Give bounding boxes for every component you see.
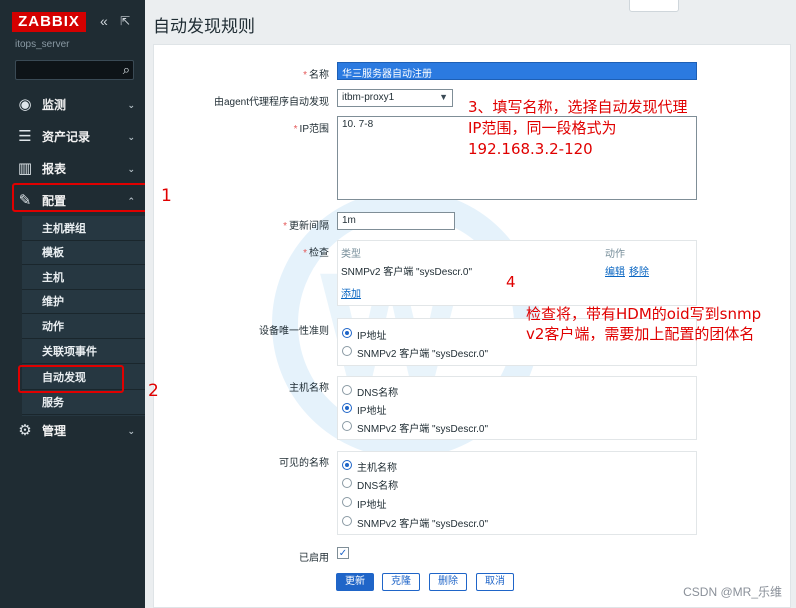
checks-col-action: 动作 [605,249,625,260]
app-root: ZABBIX « ⇱ itops_server ⌕ ◉ 监测 ⌄ ☰ 资产记录 … [0,0,796,608]
submenu-event-correlation[interactable]: 关联项事件 [22,340,145,364]
chart-icon: ▥ [17,160,33,177]
check-remove-link[interactable]: 移除 [629,263,649,278]
submenu-host-groups[interactable]: 主机群组 [22,217,145,241]
interval-input[interactable]: 1m [337,212,455,230]
sidebar: ZABBIX « ⇱ itops_server ⌕ ◉ 监测 ⌄ ☰ 资产记录 … [0,0,145,608]
submenu-actions[interactable]: 动作 [22,315,145,339]
annotation-step-3-line2: IP范围，同一段格式为 [468,119,617,137]
uniqueness-radio-ip[interactable] [342,328,352,338]
annotation-step-3-line3: 192.168.3.2-120 [468,140,593,158]
cancel-button[interactable]: 取消 [476,573,514,591]
interval-label: * 更新间隔 [283,221,329,232]
menu-item-monitoring[interactable]: ◉ 监测 ⌄ [0,89,145,121]
annotation-step-4-line2: v2客户端，需要加上配置的团体名 [526,325,755,343]
top-action-button[interactable] [629,0,679,12]
visible-radio-ip[interactable] [342,497,352,507]
hostname-label: 主机名称 [289,383,329,394]
visible-option: IP地址 [357,500,387,511]
menu-item-inventory[interactable]: ☰ 资产记录 ⌄ [0,121,145,153]
submenu-hosts[interactable]: 主机 [22,266,145,290]
hostname-option: IP地址 [357,406,387,417]
name-input[interactable]: 华三服务器自动注册 [337,62,697,80]
visible-option: DNS名称 [357,481,399,492]
chevron-down-icon: ⌄ [127,100,135,110]
annotation-step-2: 2 [148,381,159,401]
menu-label: 资产记录 [42,130,91,144]
uniqueness-label: 设备唯一性准则 [259,326,329,337]
chevron-down-icon: ⌄ [127,426,135,436]
check-row-type: SNMPv2 客户端 "sysDescr.0" [341,267,473,278]
visible-name-label: 可见的名称 [279,458,329,469]
check-edit-link[interactable]: 编辑 [605,263,625,278]
chevron-down-icon: ⌄ [127,164,135,174]
menu-label: 管理 [42,424,67,438]
ip-range-label: * IP范围 [293,124,329,135]
annotation-step-4-number: 4 [506,273,516,291]
kiosk-mode-icon[interactable]: ⇱ [120,12,130,30]
clone-button[interactable]: 克隆 [382,573,420,591]
csdn-watermark: CSDN @MR_乐维 [683,585,782,599]
proxy-value: itbm-proxy1 [342,92,395,103]
search-icon[interactable]: ⌕ [123,62,130,78]
hostname-radio-dns[interactable] [342,385,352,395]
menu-label: 监测 [42,98,67,112]
chevron-down-icon: ⌄ [127,132,135,142]
hostname-option: SNMPv2 客户端 "sysDescr.0" [357,424,489,435]
proxy-label: 由agent代理程序自动发现 [213,97,329,108]
enabled-checkbox[interactable]: ✓ [337,547,349,559]
submenu-templates[interactable]: 模板 [22,241,145,265]
hostname-radio-ip[interactable] [342,403,352,413]
page-title: 自动发现规则 [153,17,255,36]
hostname-option: DNS名称 [357,388,399,399]
uniqueness-radio-snmp[interactable] [342,346,352,356]
uniqueness-option: IP地址 [357,331,387,342]
proxy-select[interactable]: itbm-proxy1 ▼ [337,89,453,107]
menu-label: 报表 [42,162,67,176]
visible-option: SNMPv2 客户端 "sysDescr.0" [357,519,489,530]
submenu-services[interactable]: 服务 [22,391,145,415]
zabbix-logo[interactable]: ZABBIX [12,12,86,32]
annotation-box-1 [12,183,156,212]
visible-option: 主机名称 [357,463,397,474]
annotation-step-4-line1: 检查将，带有HDM的oid写到snmp [526,305,762,323]
list-icon: ☰ [18,128,32,145]
sidebar-search-input[interactable]: ⌕ [15,60,134,80]
visible-radio-hostname[interactable] [342,460,352,470]
gear-icon: ⚙ [18,422,32,439]
annotation-box-2 [18,365,124,393]
annotation-step-3-line1: 3、填写名称，选择自动发现代理 [468,98,688,116]
eye-icon: ◉ [18,96,32,113]
update-button[interactable]: 更新 [336,573,374,591]
checks-label: * 检查 [303,248,329,259]
server-name: itops_server [15,39,70,50]
visible-radio-snmp[interactable] [342,516,352,526]
visible-radio-dns[interactable] [342,478,352,488]
menu-item-administration[interactable]: ⚙ 管理 ⌄ [0,415,145,447]
delete-button[interactable]: 删除 [429,573,467,591]
hostname-radio-snmp[interactable] [342,421,352,431]
checks-col-type: 类型 [341,249,361,260]
menu-item-reports[interactable]: ▥ 报表 ⌄ [0,153,145,185]
enabled-label: 已启用 [299,553,329,564]
uniqueness-option: SNMPv2 客户端 "sysDescr.0" [357,349,489,360]
annotation-step-1: 1 [161,186,172,206]
name-label: * 名称 [303,70,329,81]
check-add-link[interactable]: 添加 [341,285,361,300]
collapse-sidebar-icon[interactable]: « [100,12,108,30]
submenu-maintenance[interactable]: 维护 [22,290,145,314]
chevron-down-icon: ▼ [439,92,448,102]
